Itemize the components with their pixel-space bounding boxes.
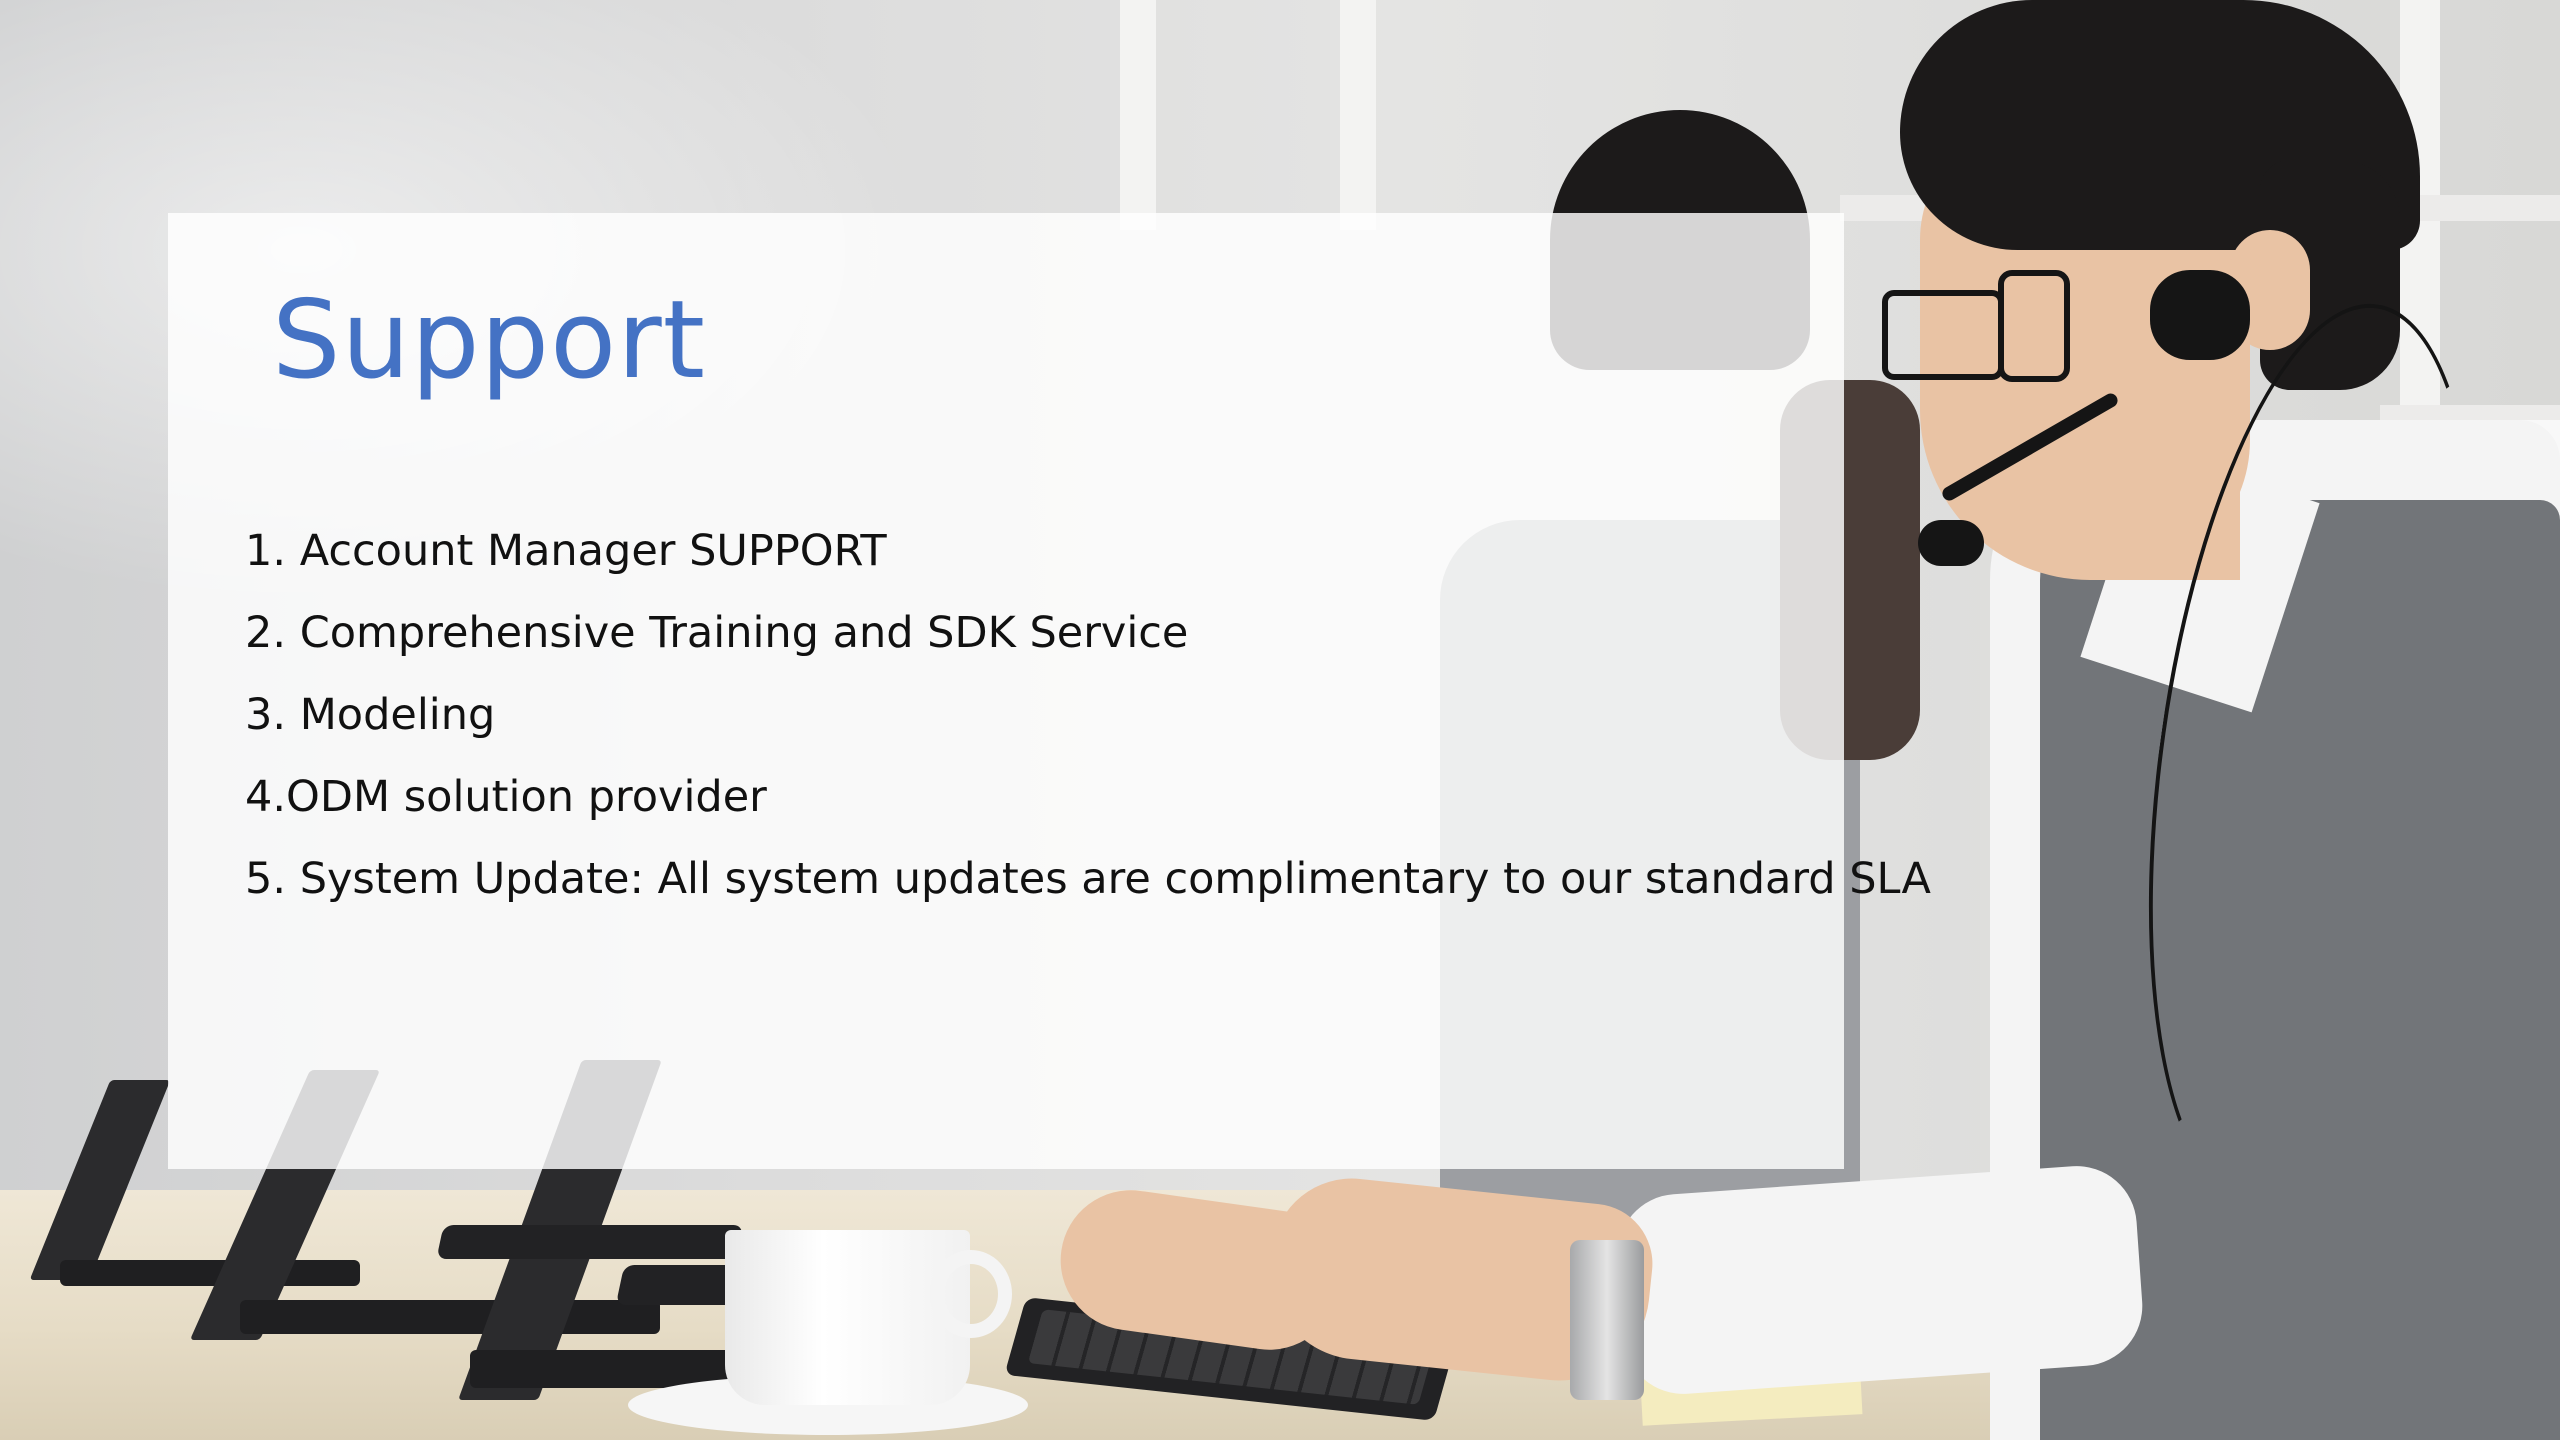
list-item: 1. Account Manager SUPPORT [245,526,887,576]
monitor-base [60,1260,360,1286]
headset-earpiece [2150,270,2250,360]
agent-sleeve [1613,1162,2147,1398]
slide-title: Support [272,278,706,403]
list-item: 5. System Update: All system updates are… [245,854,1931,904]
keyboard [436,1225,744,1259]
glasses-lens [1882,290,2004,380]
wristwatch [1570,1240,1644,1400]
shelf-post [1340,0,1376,230]
list-item: 4.ODM solution provider [245,772,767,822]
cup-handle [930,1250,1012,1338]
slide: Support 1. Account Manager SUPPORT 2. Co… [0,0,2560,1440]
list-item: 3. Modeling [245,690,496,740]
coffee-cup [725,1230,970,1405]
support-list: 1. Account Manager SUPPORT 2. Comprehens… [245,510,1931,920]
shelf-post [1120,0,1156,230]
list-item: 2. Comprehensive Training and SDK Servic… [245,608,1189,658]
glasses-lens [1998,270,2070,382]
monitor-base [240,1300,660,1334]
